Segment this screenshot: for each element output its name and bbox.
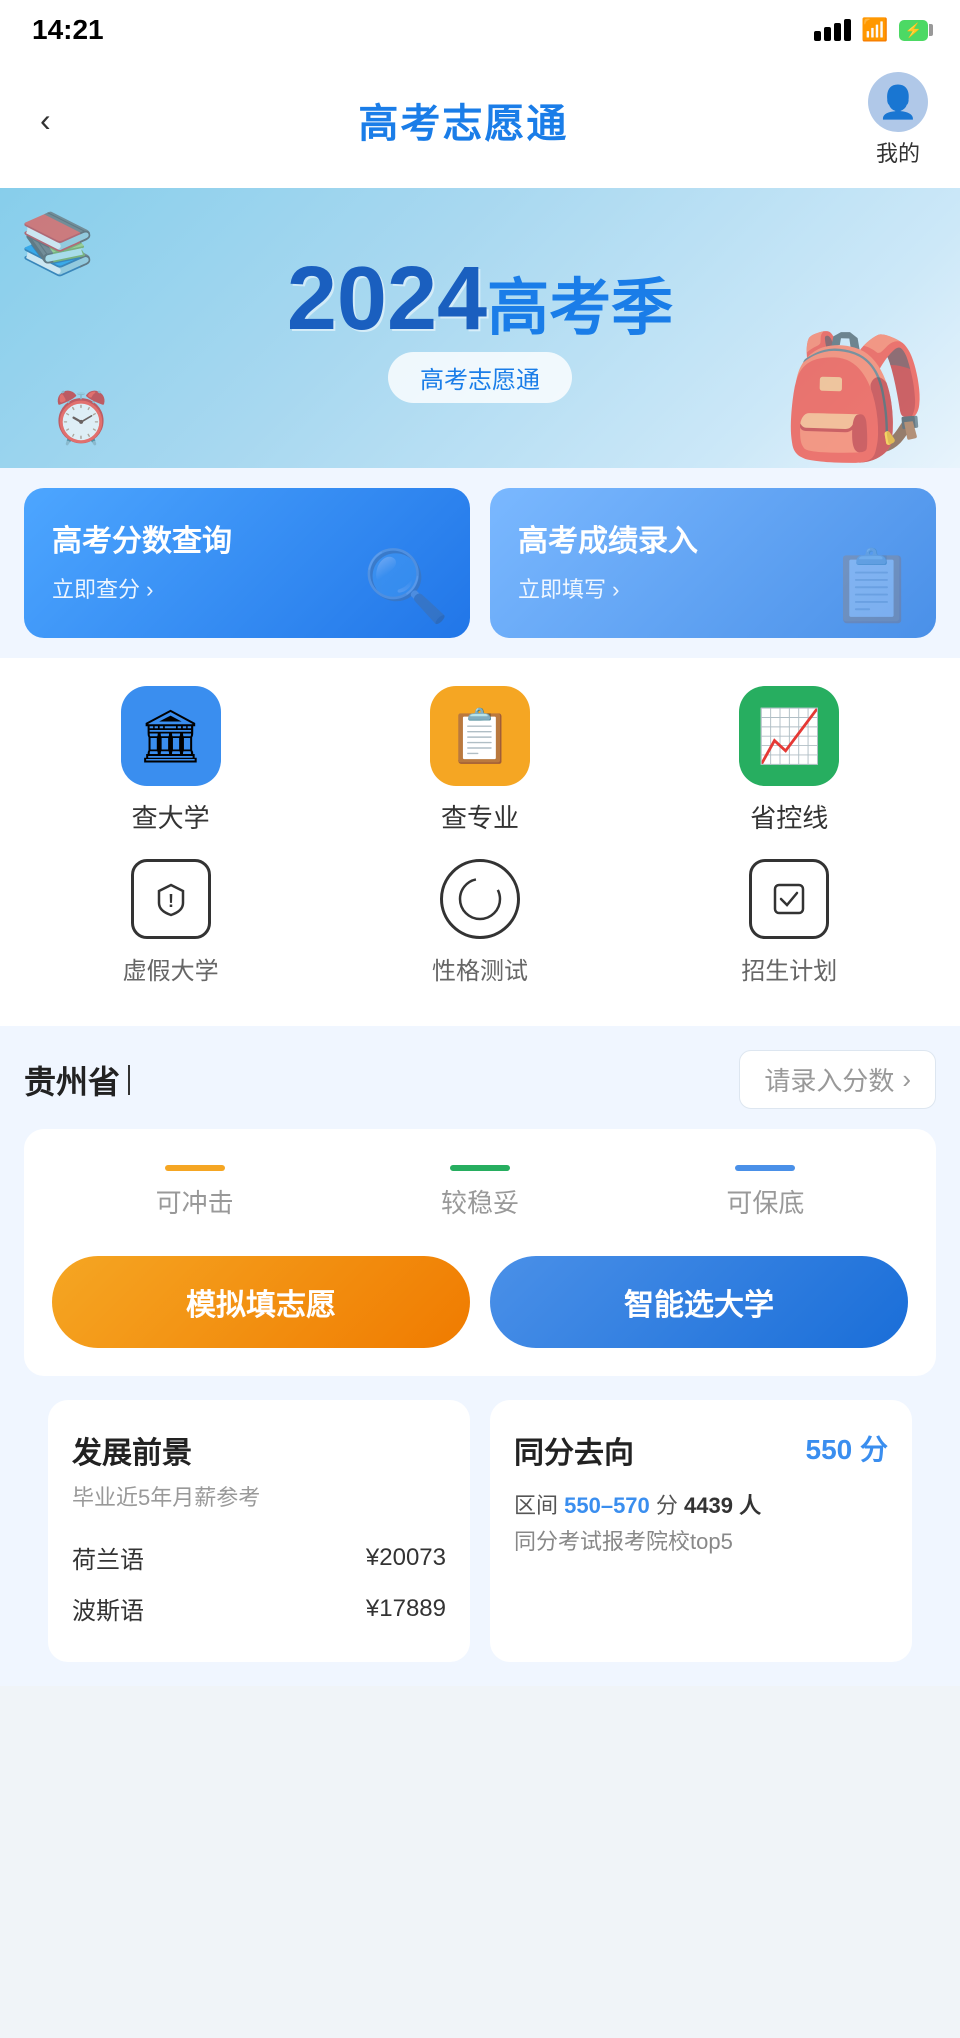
personality-icon: [440, 859, 520, 939]
app-title: 高考志愿通: [358, 91, 568, 149]
bottom-cards: 发展前景 毕业近5年月薪参考 荷兰语 ¥20073 波斯语 ¥17889 同分去…: [24, 1400, 936, 1686]
icon-item-enrollment[interactable]: 招生计划: [689, 859, 889, 986]
icon-grid: 🏛 查大学 📋 查专业 📈 省控线 ! 虚假大学: [0, 658, 960, 1026]
province-section: 贵州省 请录入分数 › 可冲击 较稳妥 可保底 模拟填志愿 智能选大学: [0, 1026, 960, 1686]
salary-item-dutch: 荷兰语 ¥20073: [72, 1532, 446, 1583]
level-stable: 较稳妥: [441, 1165, 519, 1220]
app-header: ‹ 高考志愿通 👤 我的: [0, 56, 960, 188]
same-score-header: 同分去向 550 分: [514, 1428, 888, 1480]
banner-content: 2024 高考季 高考志愿通: [287, 254, 673, 403]
wifi-icon: 📶: [861, 17, 888, 43]
banner-main-text: 高考季: [487, 278, 673, 340]
salary-name-persian: 波斯语: [72, 1591, 144, 1626]
same-score-title: 同分去向: [514, 1428, 634, 1472]
salary-amount-persian: ¥17889: [366, 1595, 446, 1623]
icon-row-1: 🏛 查大学 📋 查专业 📈 省控线: [16, 686, 944, 835]
level-bar-orange: [165, 1165, 225, 1171]
university-icon: 🏛: [121, 686, 221, 786]
career-title: 发展前景: [72, 1428, 446, 1472]
level-safe: 可保底: [726, 1165, 804, 1220]
icon-item-personality[interactable]: 性格测试: [380, 859, 580, 986]
score-range: 区间 550–570 分 4439 人: [514, 1488, 888, 1520]
battery-icon: ⚡: [899, 20, 928, 41]
volunteer-levels: 可冲击 较稳妥 可保底: [52, 1165, 908, 1220]
province-line-label: 省控线: [750, 798, 828, 835]
icon-item-university[interactable]: 🏛 查大学: [71, 686, 271, 835]
banner-subtitle: 高考志愿通: [388, 352, 572, 403]
major-icon: 📋: [430, 686, 530, 786]
profile-button[interactable]: 👤 我的: [868, 72, 928, 168]
score-highlight: 550 分: [806, 1428, 889, 1468]
quick-cards-section: 高考分数查询 立即查分 › 🔍 高考成绩录入 立即填写 › 📋: [0, 468, 960, 658]
fake-univ-label: 虚假大学: [123, 951, 219, 986]
icon-item-fake-univ[interactable]: ! 虚假大学: [71, 859, 271, 986]
banner-books-icon: 📚: [20, 208, 95, 279]
fake-univ-icon: !: [131, 859, 211, 939]
banner: 📚 ⏰ 2024 高考季 高考志愿通 🎒: [0, 188, 960, 468]
avatar: 👤: [868, 72, 928, 132]
enrollment-label: 招生计划: [741, 951, 837, 986]
svg-text:!: !: [168, 891, 174, 911]
university-label: 查大学: [132, 798, 210, 835]
simulate-button[interactable]: 模拟填志愿: [52, 1256, 470, 1348]
score-desc: 同分考试报考院校top5: [514, 1524, 888, 1556]
status-time: 14:21: [32, 14, 104, 46]
banner-year: 2024: [287, 254, 487, 344]
level-aggressive: 可冲击: [156, 1165, 234, 1220]
icon-item-province-line[interactable]: 📈 省控线: [689, 686, 889, 835]
personality-label: 性格测试: [432, 951, 528, 986]
salary-name-dutch: 荷兰语: [72, 1540, 144, 1575]
province-header: 贵州省 请录入分数 ›: [24, 1050, 936, 1109]
level-aggressive-label: 可冲击: [156, 1183, 234, 1220]
enrollment-icon: [749, 859, 829, 939]
volunteer-actions: 模拟填志愿 智能选大学: [52, 1256, 908, 1348]
banner-figure-icon: 🎒: [781, 328, 930, 468]
icon-row-2: ! 虚假大学 性格测试 招生计划: [16, 859, 944, 986]
same-score-card: 同分去向 550 分 区间 550–570 分 4439 人 同分考试报考院校t…: [490, 1400, 912, 1662]
salary-item-persian: 波斯语 ¥17889: [72, 1583, 446, 1634]
search-deco-icon: 🔍: [363, 546, 450, 628]
volunteer-card: 可冲击 较稳妥 可保底 模拟填志愿 智能选大学: [24, 1129, 936, 1376]
signal-icon: [814, 19, 851, 41]
status-bar: 14:21 📶 ⚡: [0, 0, 960, 56]
quick-card-score-query[interactable]: 高考分数查询 立即查分 › 🔍: [24, 488, 470, 638]
profile-label: 我的: [876, 136, 920, 168]
score-range-value: 550–570: [564, 1493, 650, 1518]
level-bar-blue: [735, 1165, 795, 1171]
province-line-icon: 📈: [739, 686, 839, 786]
major-label: 查专业: [441, 798, 519, 835]
back-button[interactable]: ‹: [32, 98, 59, 143]
level-safe-label: 可保底: [726, 1183, 804, 1220]
score-input-button[interactable]: 请录入分数 ›: [739, 1050, 936, 1109]
level-stable-label: 较稳妥: [441, 1183, 519, 1220]
form-deco-icon: 📋: [829, 546, 916, 628]
smart-select-button[interactable]: 智能选大学: [490, 1256, 908, 1348]
level-bar-green: [450, 1165, 510, 1171]
icon-item-major[interactable]: 📋 查专业: [380, 686, 580, 835]
province-name: 贵州省: [24, 1057, 130, 1103]
career-prospect-card: 发展前景 毕业近5年月薪参考 荷兰语 ¥20073 波斯语 ¥17889: [48, 1400, 470, 1662]
career-subtitle: 毕业近5年月薪参考: [72, 1480, 446, 1512]
banner-clock-icon: ⏰: [50, 389, 112, 448]
status-icons: 📶 ⚡: [814, 17, 928, 43]
score-people-count: 4439 人: [684, 1493, 761, 1518]
salary-amount-dutch: ¥20073: [366, 1544, 446, 1572]
quick-card-score-entry[interactable]: 高考成绩录入 立即填写 › 📋: [490, 488, 936, 638]
text-cursor: [128, 1065, 130, 1095]
